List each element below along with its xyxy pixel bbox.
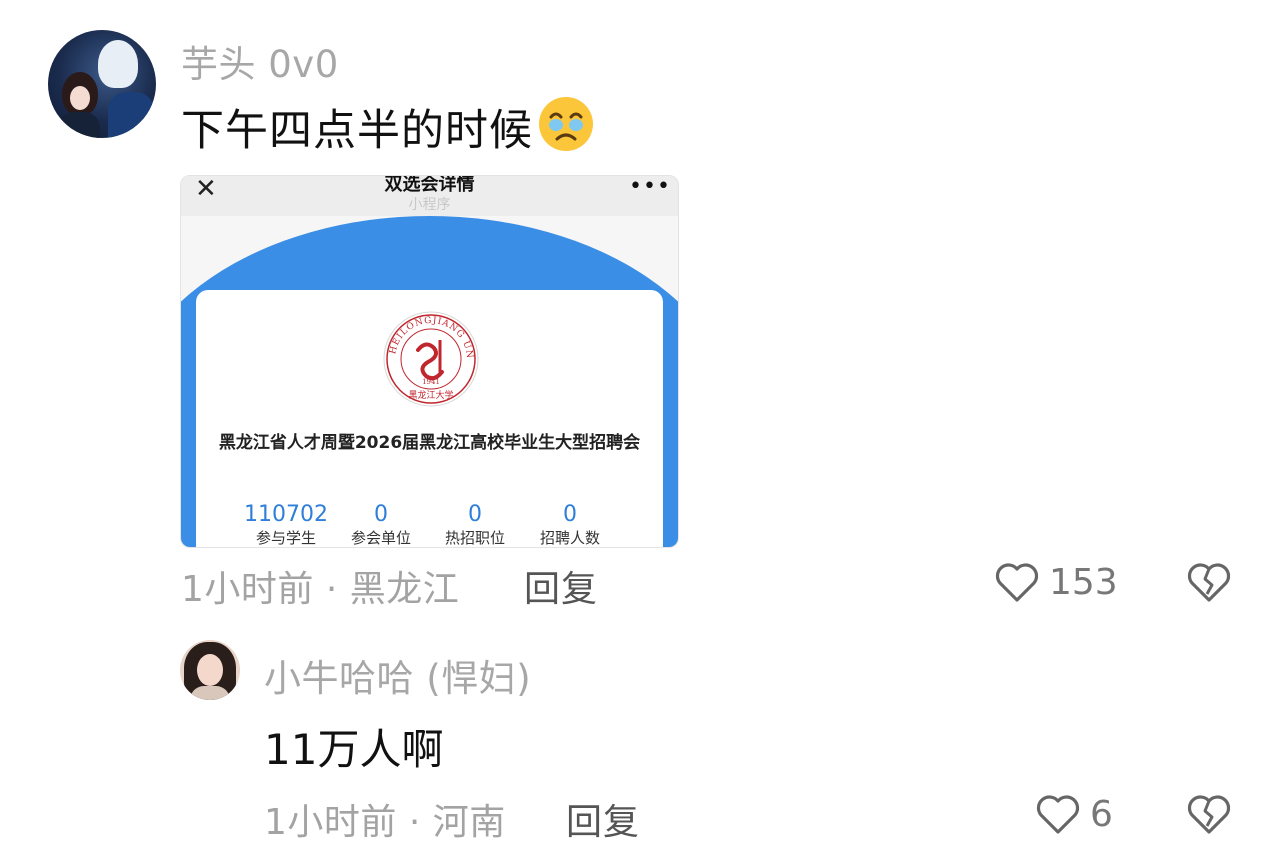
stat-label: 参与学生: [255, 529, 316, 547]
holding-back-tears-emoji-icon: [537, 95, 595, 164]
attached-image[interactable]: ✕ 双选会详情 小程序 ••• HEILONGJIANG UNIVERSITY …: [180, 175, 679, 548]
reply-button[interactable]: 回复: [524, 560, 598, 612]
comment-time-location: 1小时前 · 河南: [264, 802, 506, 843]
stat-label: 热招职位: [444, 529, 505, 547]
miniapp-subtitle: 小程序: [408, 197, 451, 213]
fair-card: HEILONGJIANG UNIVERSITY 1941 黑龙江大学 黑龙江省人…: [196, 290, 663, 547]
miniapp-title: 双选会详情: [384, 175, 475, 195]
avatar-figure: [58, 112, 100, 138]
stat-value: 0: [468, 502, 482, 527]
user-avatar[interactable]: [48, 30, 156, 138]
comment-text: 11万人啊: [264, 725, 444, 774]
dislike-broken-heart-icon[interactable]: [1185, 558, 1233, 610]
stat-value: 0: [374, 502, 388, 527]
stat-hires: 0 招聘人数: [520, 502, 620, 547]
stat-label: 参会单位: [350, 529, 411, 547]
dislike-broken-heart-icon[interactable]: [1185, 790, 1233, 842]
svg-text:黑龙江大学: 黑龙江大学: [408, 389, 453, 401]
miniapp-navbar: ✕ 双选会详情 小程序 •••: [181, 176, 678, 216]
comment-username[interactable]: 小牛哈哈 (悍妇): [264, 648, 531, 702]
avatar-figure: [108, 92, 154, 138]
stat-value: 110702: [244, 502, 328, 527]
avatar-figure: [70, 86, 90, 110]
comment-text: 下午四点半的时候: [181, 96, 595, 168]
like-icon[interactable]: [993, 558, 1041, 610]
more-icon: •••: [629, 175, 671, 199]
university-seal-logo: HEILONGJIANG UNIVERSITY 1941 黑龙江大学: [377, 303, 480, 408]
avatar-figure: [197, 654, 223, 686]
user-avatar[interactable]: [180, 640, 240, 700]
comment-text-content: 下午四点半的时候: [181, 106, 533, 156]
stat-positions: 0 热招职位: [425, 502, 525, 547]
stat-students: 110702 参与学生: [236, 502, 336, 547]
like-icon[interactable]: [1034, 790, 1082, 842]
reply-button[interactable]: 回复: [566, 793, 640, 845]
comment-username[interactable]: 芋头 0v0: [181, 34, 339, 88]
avatar-figure: [190, 686, 230, 700]
svg-text:1941: 1941: [422, 378, 440, 386]
like-count: 153: [1049, 562, 1118, 603]
avatar-figure: [98, 40, 138, 88]
like-count: 6: [1090, 794, 1113, 835]
stat-companies: 0 参会单位: [331, 502, 431, 547]
job-fair-title: 黑龙江省人才周暨2026届黑龙江高校毕业生大型招聘会: [218, 433, 641, 453]
stat-label: 招聘人数: [539, 529, 600, 547]
stat-value: 0: [563, 502, 577, 527]
comment-time-location: 1小时前 · 黑龙江: [181, 569, 460, 610]
